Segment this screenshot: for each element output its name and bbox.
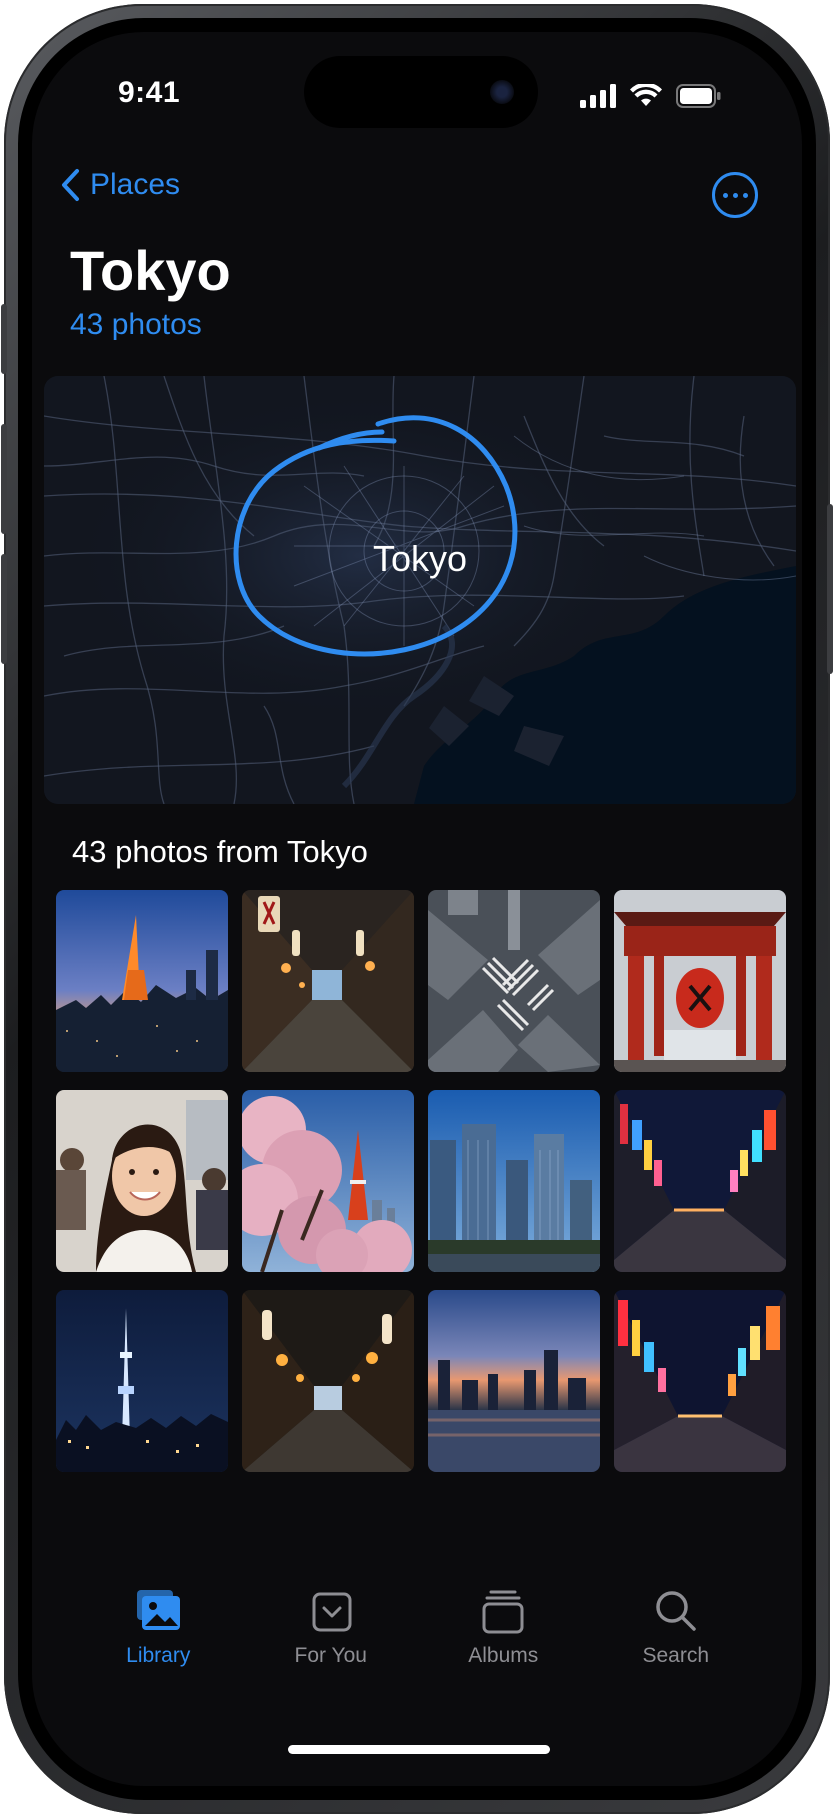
- photo-thumbnail[interactable]: [428, 1290, 600, 1472]
- wifi-icon: [630, 84, 662, 106]
- albums-icon: [482, 1590, 524, 1634]
- back-button-label: Places: [90, 168, 181, 201]
- home-indicator[interactable]: [288, 1745, 550, 1754]
- search-icon: [656, 1591, 696, 1631]
- tab-label: For You: [294, 1644, 367, 1667]
- photo-thumbnail[interactable]: [56, 1290, 228, 1472]
- neon-avenue-image: [614, 1290, 786, 1472]
- status-icons: [580, 84, 722, 108]
- portrait-image: [56, 1090, 228, 1272]
- tab-label: Library: [126, 1644, 191, 1667]
- dynamic-island: [304, 56, 538, 128]
- page-title: Tokyo: [70, 239, 231, 302]
- photo-thumbnail[interactable]: [428, 1090, 600, 1272]
- lantern-alley-night-image: [242, 1290, 414, 1472]
- photo-thumbnail[interactable]: [56, 1090, 228, 1272]
- photo-count[interactable]: 43 photos: [70, 308, 202, 342]
- neon-street-image: [614, 1090, 786, 1272]
- places-map[interactable]: Tokyo: [44, 376, 796, 804]
- photo-library-icon: [137, 1590, 181, 1630]
- photo-thumbnail[interactable]: [614, 1290, 786, 1472]
- status-time: 9:41: [118, 76, 181, 109]
- photo-grid: [56, 890, 788, 1472]
- cherry-blossom-image: [242, 1090, 414, 1272]
- power-button: [827, 504, 833, 674]
- action-button: [1, 304, 7, 374]
- photo-thumbnail[interactable]: [242, 1290, 414, 1472]
- volume-down-button: [1, 554, 7, 664]
- crossing-aerial-image: [428, 890, 600, 1072]
- tab-label: Search: [642, 1644, 710, 1667]
- cellular-signal-icon: [580, 84, 616, 108]
- photo-thumbnail[interactable]: [614, 1090, 786, 1272]
- skyline-sunset-image: [428, 1290, 600, 1472]
- back-button[interactable]: Places: [60, 168, 180, 202]
- map-place-label: Tokyo: [372, 538, 468, 579]
- tokyo-tower-image: [56, 890, 228, 1072]
- skytree-image: [56, 1290, 228, 1472]
- for-you-icon: [312, 1592, 352, 1632]
- camera-icon: [490, 80, 514, 104]
- volume-up-button: [1, 424, 7, 534]
- photo-thumbnail[interactable]: [614, 890, 786, 1072]
- tab-label: Albums: [468, 1644, 539, 1667]
- photo-thumbnail[interactable]: [242, 1090, 414, 1272]
- chevron-left-icon: [62, 169, 79, 201]
- ellipsis-icon: [722, 192, 748, 198]
- battery-icon: [676, 84, 721, 108]
- phone-frame: 9:41 Places Tokyo 43 photos Tokyo 43 pho…: [1, 4, 833, 1814]
- photo-thumbnail[interactable]: [56, 890, 228, 1072]
- photo-thumbnail[interactable]: [428, 890, 600, 1072]
- more-options-button[interactable]: [712, 172, 758, 218]
- section-title: 43 photos from Tokyo: [72, 834, 368, 869]
- tab-search[interactable]: Search: [616, 1556, 736, 1786]
- photo-thumbnail[interactable]: [242, 890, 414, 1072]
- temple-gate-image: [614, 890, 786, 1072]
- map-streets: [44, 376, 796, 804]
- lantern-alley-image: [242, 890, 414, 1072]
- screen: 9:41 Places Tokyo 43 photos Tokyo 43 pho…: [32, 32, 802, 1786]
- tab-library[interactable]: Library: [98, 1556, 218, 1786]
- skyscrapers-image: [428, 1090, 600, 1272]
